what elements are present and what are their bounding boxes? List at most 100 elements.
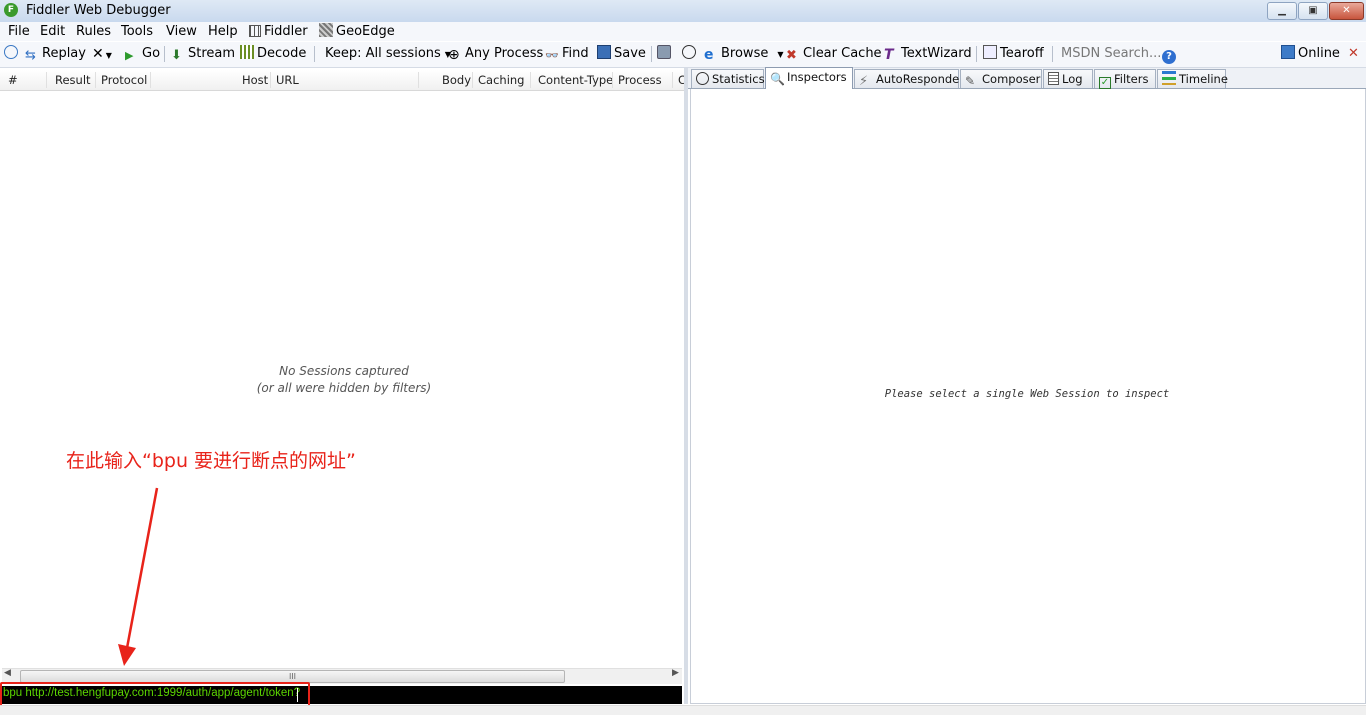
maximize-button[interactable]: ▣: [1298, 2, 1328, 20]
pencil-icon: ✎: [965, 74, 976, 88]
menu-view[interactable]: View: [166, 22, 197, 41]
remove-button[interactable]: ✕ ▼: [92, 44, 112, 64]
column-divider[interactable]: [95, 72, 96, 88]
document-icon: [1048, 72, 1059, 85]
chevron-down-icon: ▼: [777, 50, 784, 59]
chevron-down-icon: ▼: [105, 51, 112, 60]
msdn-search-input[interactable]: MSDN Search...: [1061, 44, 1161, 64]
tab-inspectors[interactable]: 🔍 Inspectors: [765, 67, 853, 89]
toolbar-separator: [1052, 46, 1053, 62]
browse-button[interactable]: e Browse ▼: [704, 44, 784, 64]
replay-label: Replay: [42, 46, 86, 61]
column-divider[interactable]: [612, 72, 613, 88]
binoculars-icon: 👓: [545, 49, 559, 62]
keep-sessions-dropdown[interactable]: Keep: All sessions ▼: [325, 44, 451, 64]
tearoff-button[interactable]: Tearoff: [983, 44, 1044, 64]
online-indicator[interactable]: Online: [1281, 44, 1340, 64]
scroll-right-arrow-icon[interactable]: ▶: [672, 668, 679, 678]
decode-icon: [240, 45, 254, 59]
menu-fiddler-label: Fiddler: [264, 24, 308, 39]
column-header-protocol[interactable]: Protocol: [101, 70, 147, 90]
find-button[interactable]: 👓 Find: [545, 44, 589, 64]
tearoff-label: Tearoff: [1000, 46, 1044, 61]
remove-x-icon: ✕: [92, 46, 104, 62]
stream-label: Stream: [188, 46, 236, 61]
any-process-button[interactable]: ⊕ Any Process: [448, 44, 543, 64]
menu-tools[interactable]: Tools: [121, 22, 153, 41]
tab-filters[interactable]: ✓ Filters: [1094, 69, 1156, 89]
column-divider[interactable]: [46, 72, 47, 88]
annotation-label: 在此输入“bpu 要进行断点的网址”: [66, 450, 356, 472]
column-header-number[interactable]: #: [8, 70, 18, 90]
save-button[interactable]: Save: [597, 44, 646, 64]
tab-timeline[interactable]: Timeline: [1157, 69, 1228, 88]
title-bar: [0, 0, 1366, 23]
tab-composer[interactable]: ✎ Composer: [960, 69, 1042, 88]
help-question-icon: ?: [1162, 50, 1176, 64]
network-online-icon: [1281, 45, 1295, 59]
decode-button[interactable]: Decode: [240, 44, 306, 64]
window-title: Fiddler Web Debugger: [26, 3, 171, 18]
online-close-icon[interactable]: ✕: [1348, 44, 1359, 64]
menu-rules[interactable]: Rules: [76, 22, 111, 41]
checkbox-icon: ✓: [1099, 77, 1111, 89]
browse-label: Browse: [721, 46, 769, 61]
tab-statistics[interactable]: Statistics: [691, 69, 765, 88]
toolbar-separator: [651, 46, 652, 62]
menu-help[interactable]: Help: [208, 22, 238, 41]
column-header-content-type[interactable]: Content-Type: [538, 70, 613, 90]
fiddler-grid-icon: [249, 25, 261, 37]
textwizard-label: TextWizard: [901, 46, 972, 61]
column-header-body[interactable]: Body: [442, 70, 471, 90]
toolbar-separator: [976, 46, 977, 62]
any-process-label: Any Process: [465, 46, 544, 61]
textwizard-button[interactable]: T TextWizard: [884, 44, 972, 64]
empty-sessions-message: No Sessions captured: [279, 364, 409, 378]
column-divider[interactable]: [418, 72, 419, 88]
stopwatch-icon: [682, 45, 696, 59]
replay-arrows-icon: ⇆: [25, 48, 36, 63]
tab-autoresponder[interactable]: ⚡ AutoResponder: [854, 69, 964, 89]
menu-fiddler[interactable]: Fiddler: [249, 22, 308, 41]
clear-cache-button[interactable]: ✖ Clear Cache: [786, 44, 882, 64]
column-header-host[interactable]: Host: [242, 70, 268, 90]
toolbar-separator: [314, 46, 315, 62]
menu-edit[interactable]: Edit: [40, 22, 65, 41]
stopwatch-icon: [696, 72, 709, 85]
column-header-process[interactable]: Process: [618, 70, 662, 90]
close-button[interactable]: ✕: [1329, 2, 1364, 20]
menu-geoedge-label: GeoEdge: [336, 24, 395, 39]
comment-button[interactable]: [4, 44, 21, 64]
crosshair-icon: ⊕: [448, 47, 460, 63]
column-divider[interactable]: [472, 72, 473, 88]
scroll-left-arrow-icon[interactable]: ◀: [4, 668, 11, 678]
stream-arrow-icon: ⬇: [171, 48, 182, 63]
minimize-button[interactable]: ▁: [1267, 2, 1297, 20]
online-label: Online: [1298, 46, 1340, 61]
menu-file[interactable]: File: [8, 22, 30, 41]
textwizard-icon: T: [884, 47, 894, 63]
column-header-result[interactable]: Result: [55, 70, 91, 90]
timer-button[interactable]: [682, 44, 699, 64]
screenshot-button[interactable]: [657, 44, 674, 64]
magnifier-icon: 🔍: [770, 72, 785, 86]
stream-button[interactable]: ⬇ Stream: [171, 44, 235, 64]
go-label: Go: [142, 46, 161, 61]
speech-bubble-icon: [4, 45, 18, 59]
lightning-icon: ⚡: [859, 74, 869, 89]
tab-log[interactable]: Log: [1043, 69, 1093, 88]
menu-geoedge[interactable]: GeoEdge: [319, 22, 395, 41]
column-divider[interactable]: [672, 72, 673, 88]
tab-timeline-label: Timeline: [1179, 72, 1228, 86]
column-divider[interactable]: [270, 72, 271, 88]
column-header-url[interactable]: URL: [276, 70, 299, 90]
column-divider[interactable]: [150, 72, 151, 88]
column-header-caching[interactable]: Caching: [478, 70, 524, 90]
find-label: Find: [562, 46, 589, 61]
save-label: Save: [614, 46, 646, 61]
keep-label: Keep: All sessions: [325, 46, 441, 61]
column-divider[interactable]: [530, 72, 531, 88]
replay-button[interactable]: ⇆ Replay: [25, 44, 86, 64]
go-button[interactable]: ▶ Go: [125, 44, 160, 64]
help-button[interactable]: ?: [1162, 44, 1179, 64]
